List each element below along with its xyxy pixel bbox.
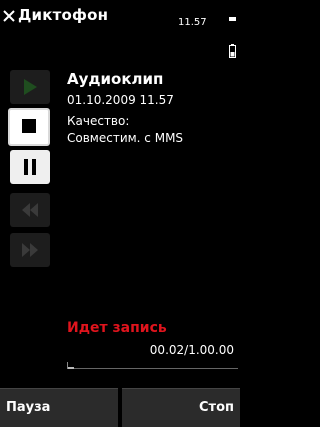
play-button[interactable] xyxy=(10,70,50,104)
stop-square-icon xyxy=(22,119,36,133)
clip-name: Аудиоклип xyxy=(67,70,164,88)
progress-fill xyxy=(68,367,74,369)
progress-track-line xyxy=(68,368,238,369)
fast-forward-button[interactable] xyxy=(10,233,50,267)
quality-label: Качество: xyxy=(67,114,130,128)
recording-status: Идет запись xyxy=(67,320,167,336)
app-title: Диктофон xyxy=(18,6,109,24)
pause-softkey[interactable]: Пауза xyxy=(0,388,118,427)
pause-icon xyxy=(24,159,36,175)
rewind-button[interactable] xyxy=(10,193,50,227)
quality-value: Совместим. с MMS xyxy=(67,131,184,145)
record-button[interactable] xyxy=(8,108,50,146)
battery-icon xyxy=(229,44,236,58)
clip-datetime: 01.10.2009 11.57 xyxy=(67,93,174,107)
progress-bar xyxy=(67,362,238,369)
status-bar: Диктофон 11.57 xyxy=(0,0,240,58)
pause-button[interactable] xyxy=(10,150,50,184)
recording-time: 00.02/1.00.00 xyxy=(149,343,234,357)
play-icon xyxy=(24,79,37,95)
close-icon[interactable] xyxy=(2,9,16,23)
fast-forward-icon xyxy=(22,243,38,257)
signal-icon xyxy=(229,17,236,21)
rewind-icon xyxy=(22,203,38,217)
stop-softkey[interactable]: Стоп xyxy=(122,388,240,427)
clock: 11.57 xyxy=(178,17,207,28)
